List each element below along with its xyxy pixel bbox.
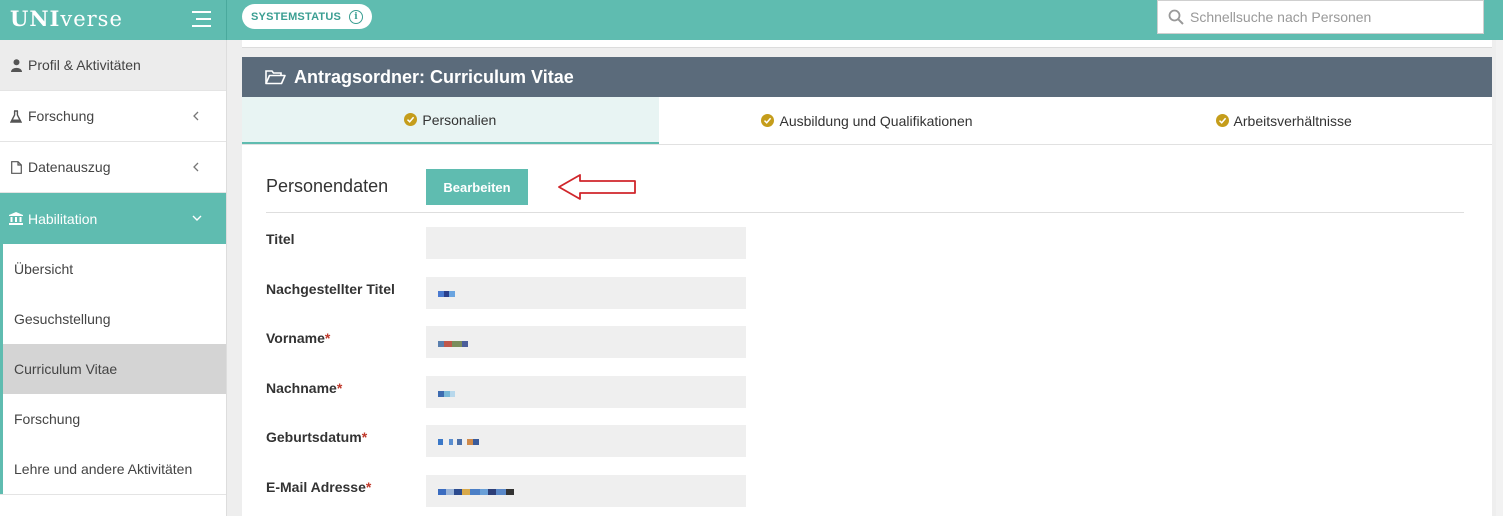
user-icon <box>9 58 23 72</box>
search-input[interactable] <box>1190 9 1470 25</box>
check-circle-icon <box>1215 114 1229 127</box>
previous-panel-edge <box>242 40 1492 48</box>
field-label-title: Titel <box>266 231 295 247</box>
field-label-first-name: Vorname* <box>266 330 331 346</box>
submenu-item-overview[interactable]: Übersicht <box>3 244 226 294</box>
submenu-item-curriculum-vitae[interactable]: Curriculum Vitae <box>3 344 226 394</box>
field-label-birth-date: Geburtsdatum* <box>266 429 368 445</box>
panel-header: Antragsordner: Curriculum Vitae <box>242 57 1492 97</box>
edit-button[interactable]: Bearbeiten <box>426 169 528 205</box>
info-icon: i <box>349 9 363 24</box>
redacted-value <box>438 291 455 297</box>
person-search[interactable] <box>1157 0 1484 34</box>
field-label-last-name: Nachname* <box>266 380 343 396</box>
redacted-value <box>438 341 468 347</box>
tab-employment[interactable]: Arbeitsverhältnisse <box>1075 97 1492 144</box>
sidebar-item-profile[interactable]: Profil & Aktivitäten <box>0 40 226 91</box>
menu-toggle-icon[interactable] <box>192 11 211 27</box>
search-icon <box>1168 9 1184 25</box>
habilitation-submenu: Übersicht Gesuchstellung Curriculum Vita… <box>0 244 226 494</box>
sidebar-item-research[interactable]: Forschung <box>0 91 226 142</box>
section-title: Personendaten <box>266 176 389 196</box>
redacted-value <box>438 439 479 445</box>
sidebar: Profil & Aktivitäten Forschung Datenausz… <box>0 40 227 516</box>
submenu-item-teaching[interactable]: Lehre und andere Aktivitäten <box>3 444 226 494</box>
submenu-item-application[interactable]: Gesuchstellung <box>3 294 226 344</box>
check-circle-icon <box>761 114 775 127</box>
chevron-left-icon <box>193 162 199 172</box>
chevron-left-icon <box>193 111 199 121</box>
section-header: Personendaten Bearbeiten <box>266 169 1464 213</box>
field-label-suffix-title: Nachgestellter Titel <box>266 281 395 297</box>
brand-area: UNIverse <box>0 0 227 40</box>
submenu-item-research[interactable]: Forschung <box>3 394 226 444</box>
annotation-arrow-icon <box>558 174 636 200</box>
check-circle-icon <box>404 113 418 126</box>
sidebar-item-habilitation[interactable]: Habilitation <box>0 193 226 244</box>
folder-open-icon <box>265 70 286 85</box>
vertical-scrollbar[interactable] <box>1496 40 1503 516</box>
document-icon <box>9 160 23 174</box>
institution-icon <box>9 212 23 226</box>
suffix-title-field[interactable] <box>426 277 746 309</box>
last-name-field[interactable] <box>426 376 746 408</box>
redacted-value <box>438 391 455 397</box>
redacted-value <box>438 489 514 495</box>
divider <box>0 494 226 495</box>
system-status-label: SYSTEMSTATUS <box>251 10 341 23</box>
tab-personalien[interactable]: Personalien <box>242 97 659 144</box>
sidebar-item-label: Forschung <box>28 108 95 124</box>
sidebar-item-data-export[interactable]: Datenauszug <box>0 142 226 193</box>
field-label-email: E-Mail Adresse* <box>266 479 372 495</box>
application-folder-panel: Antragsordner: Curriculum Vitae Personal… <box>242 57 1492 516</box>
system-status-button[interactable]: SYSTEMSTATUS i <box>242 4 372 29</box>
title-field[interactable] <box>426 227 746 259</box>
panel-title: Antragsordner: Curriculum Vitae <box>294 66 574 87</box>
sidebar-item-label: Habilitation <box>28 210 98 227</box>
flask-icon <box>9 109 23 123</box>
tab-bar: Personalien Ausbildung und Qualifikation… <box>242 97 1492 145</box>
sidebar-item-label: Profil & Aktivitäten <box>28 57 141 73</box>
brand-logo[interactable]: UNIverse <box>10 6 123 31</box>
tab-education[interactable]: Ausbildung und Qualifikationen <box>659 97 1076 144</box>
first-name-field[interactable] <box>426 326 746 358</box>
chevron-down-icon <box>192 215 202 221</box>
sidebar-item-label: Datenauszug <box>28 159 111 175</box>
